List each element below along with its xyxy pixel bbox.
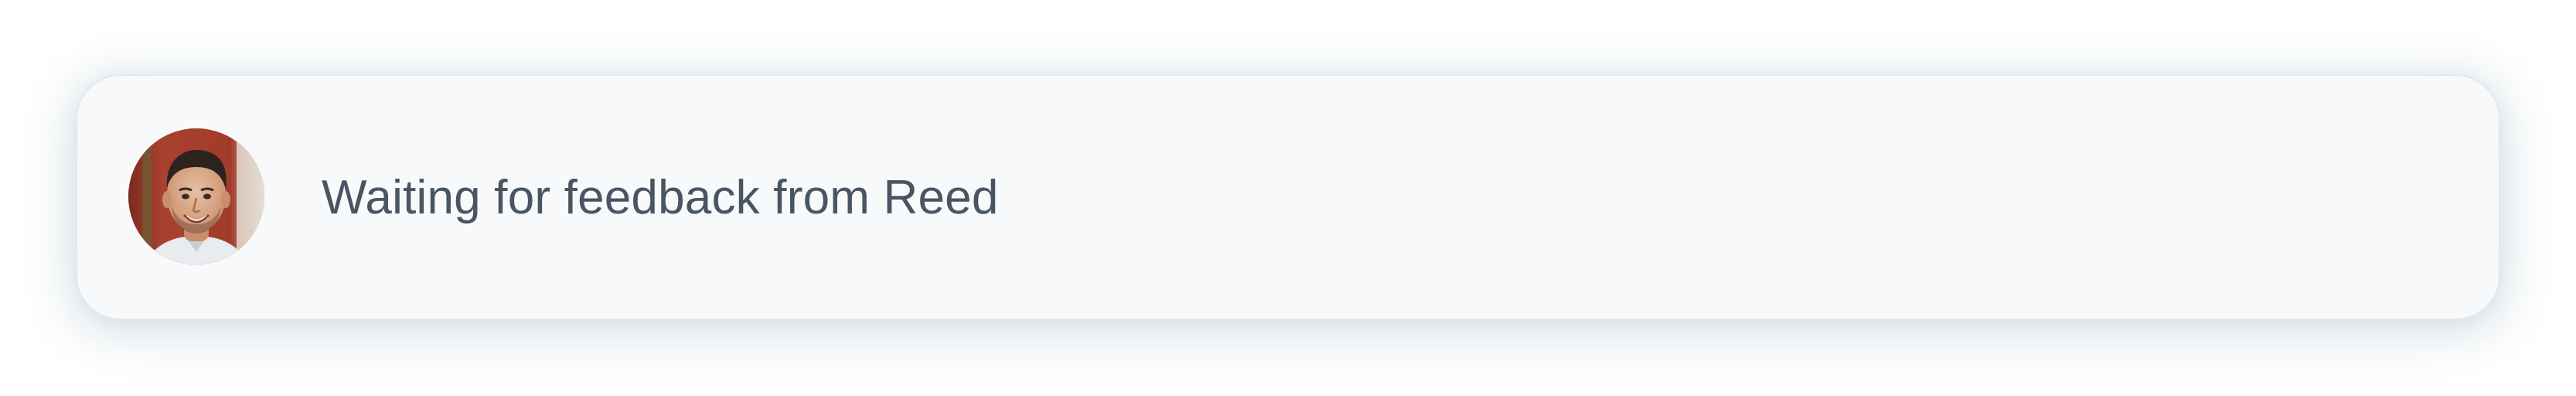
notification-message: Waiting for feedback from Reed bbox=[322, 170, 999, 224]
user-avatar-icon bbox=[128, 128, 264, 265]
page: Waiting for feedback from Reed bbox=[0, 0, 2576, 396]
avatar bbox=[128, 128, 264, 265]
notification-card: Waiting for feedback from Reed bbox=[77, 76, 2499, 319]
